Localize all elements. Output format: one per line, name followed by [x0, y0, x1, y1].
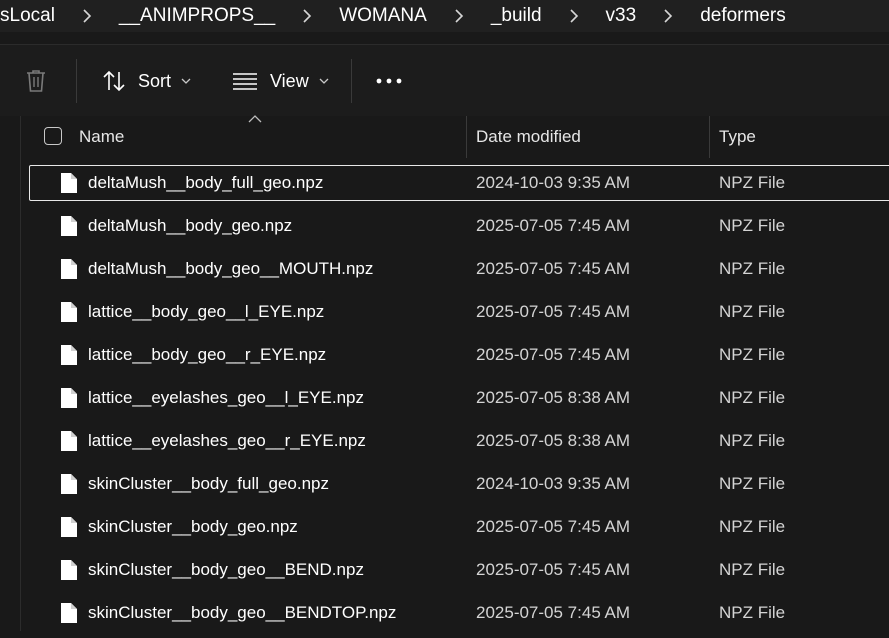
file-date-modified: 2025-07-05 7:45 AM — [476, 517, 631, 536]
file-date-modified: 2025-07-05 7:45 AM — [476, 560, 631, 579]
file-name: lattice__body_geo__l_EYE.npz — [88, 302, 325, 321]
file-row[interactable]: lattice__body_geo__l_EYE.npz 2025-07-05 7… — [0, 294, 889, 337]
file-row[interactable]: lattice__eyelashes_geo__l_EYE.npz 2025-07… — [0, 380, 889, 423]
file-date-modified: 2025-07-05 7:45 AM — [476, 259, 631, 278]
file-date-modified: 2025-07-05 7:45 AM — [476, 345, 631, 364]
trash-icon — [27, 70, 45, 92]
file-icon — [61, 560, 77, 580]
file-date-modified: 2024-10-03 9:35 AM — [476, 173, 631, 192]
file-row[interactable]: skinCluster__body_geo__BEND.npz 2025-07-0… — [0, 552, 889, 595]
file-row[interactable]: lattice__eyelashes_geo__r_EYE.npz 2025-07… — [0, 423, 889, 466]
file-icon — [61, 259, 77, 279]
file-type: NPZ File — [719, 345, 786, 364]
file-type: NPZ File — [719, 474, 786, 493]
sort-label: Sort — [138, 70, 172, 91]
sort-button[interactable]: Sort — [102, 65, 191, 97]
view-lines-icon — [233, 73, 257, 90]
chevron-right-icon[interactable] — [55, 9, 119, 23]
file-name: skinCluster__body_geo__BENDTOP.npz — [88, 603, 397, 622]
file-row[interactable]: lattice__body_geo__r_EYE.npz 2025-07-05 7… — [0, 337, 889, 380]
column-header: Name Date modified Type — [0, 116, 889, 158]
chevron-right-icon[interactable] — [427, 9, 491, 23]
more-options-button[interactable] — [376, 65, 402, 97]
chevron-down-icon — [181, 78, 191, 84]
sort-arrows-icon — [103, 70, 125, 92]
file-date-modified: 2024-10-03 9:35 AM — [476, 474, 631, 493]
file-list: deltaMush__body_full_geo.npz 2024-10-03 9… — [0, 165, 889, 638]
file-name: skinCluster__body_geo__BEND.npz — [88, 560, 364, 579]
file-type: NPZ File — [719, 603, 786, 622]
file-icon — [61, 216, 77, 236]
breadcrumb-item[interactable]: v33 — [606, 5, 637, 27]
file-icon — [61, 474, 77, 494]
file-type: NPZ File — [719, 259, 786, 278]
file-date-modified: 2025-07-05 7:45 AM — [476, 302, 631, 321]
file-name: lattice__eyelashes_geo__l_EYE.npz — [88, 388, 364, 407]
file-date-modified: 2025-07-05 8:38 AM — [476, 431, 631, 450]
column-resize-handle[interactable] — [466, 116, 467, 158]
command-bar: Sort View — [0, 44, 889, 117]
file-type: NPZ File — [719, 173, 786, 192]
breadcrumb-item[interactable]: _build — [491, 5, 542, 27]
file-row[interactable]: skinCluster__body_geo.npz 2025-07-05 7:45… — [0, 509, 889, 552]
file-icon — [61, 388, 77, 408]
file-row[interactable]: deltaMush__body_geo__MOUTH.npz 2025-07-05… — [0, 251, 889, 294]
file-type: NPZ File — [719, 302, 786, 321]
view-button[interactable]: View — [232, 65, 329, 97]
file-name: lattice__body_geo__r_EYE.npz — [88, 345, 327, 364]
file-row[interactable]: skinCluster__body_geo__BENDTOP.npz 2025-0… — [0, 595, 889, 638]
breadcrumb-item-current[interactable]: deformers — [700, 5, 786, 27]
file-date-modified: 2025-07-05 7:45 AM — [476, 216, 631, 235]
file-name: skinCluster__body_geo.npz — [88, 517, 298, 536]
column-date-modified[interactable]: Date modified — [476, 116, 581, 158]
breadcrumb: sLocal __ANIMPROPS__ WOMANA _build v33 d… — [0, 0, 889, 32]
breadcrumb-item[interactable]: WOMANA — [339, 5, 427, 27]
file-icon — [61, 431, 77, 451]
toolbar-divider — [351, 59, 352, 103]
view-label: View — [270, 70, 309, 91]
select-all-checkbox[interactable] — [44, 127, 62, 145]
chevron-right-icon[interactable] — [275, 9, 339, 23]
column-type[interactable]: Type — [719, 116, 756, 158]
toolbar-divider — [76, 59, 77, 103]
file-type: NPZ File — [719, 431, 786, 450]
file-row[interactable]: deltaMush__body_geo.npz 2025-07-05 7:45 A… — [0, 208, 889, 251]
file-name: deltaMush__body_full_geo.npz — [88, 173, 324, 192]
delete-button[interactable] — [24, 65, 48, 97]
file-type: NPZ File — [719, 560, 786, 579]
more-dots-icon — [376, 78, 402, 84]
file-date-modified: 2025-07-05 8:38 AM — [476, 388, 631, 407]
chevron-right-icon[interactable] — [542, 9, 606, 23]
file-type: NPZ File — [719, 517, 786, 536]
file-type: NPZ File — [719, 216, 786, 235]
file-icon — [61, 603, 77, 623]
column-resize-handle[interactable] — [709, 116, 710, 158]
file-icon — [61, 517, 77, 537]
file-name: deltaMush__body_geo__MOUTH.npz — [88, 259, 374, 278]
chevron-down-icon — [319, 78, 329, 84]
file-icon — [61, 345, 77, 365]
chevron-right-icon[interactable] — [636, 9, 700, 23]
file-name: deltaMush__body_geo.npz — [88, 216, 293, 235]
file-type: NPZ File — [719, 388, 786, 407]
file-row[interactable]: deltaMush__body_full_geo.npz 2024-10-03 9… — [0, 165, 889, 208]
file-icon — [61, 302, 77, 322]
file-row[interactable]: skinCluster__body_full_geo.npz 2024-10-03… — [0, 466, 889, 509]
breadcrumb-item[interactable]: __ANIMPROPS__ — [119, 5, 275, 27]
file-icon — [61, 173, 77, 193]
file-name: skinCluster__body_full_geo.npz — [88, 474, 329, 493]
file-name: lattice__eyelashes_geo__r_EYE.npz — [88, 431, 366, 450]
file-date-modified: 2025-07-05 7:45 AM — [476, 603, 631, 622]
column-name[interactable]: Name — [79, 116, 124, 158]
sort-ascending-icon — [248, 115, 262, 123]
breadcrumb-item[interactable]: sLocal — [0, 5, 55, 27]
